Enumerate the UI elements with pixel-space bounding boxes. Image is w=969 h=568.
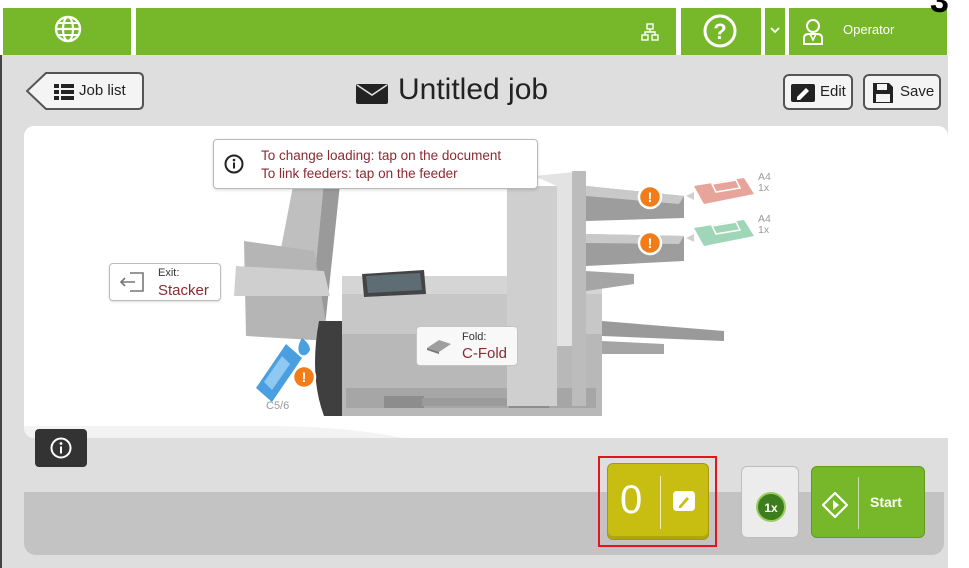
warning-icon-feeder-1[interactable]: ! xyxy=(637,184,663,210)
chevron-down-icon xyxy=(770,27,780,34)
fold-label: Fold: xyxy=(462,331,487,343)
counter-divider xyxy=(660,476,661,529)
help-icon: ? xyxy=(703,14,737,48)
envelope-size: C5/6 xyxy=(266,400,290,412)
exit-value: Stacker xyxy=(158,282,209,299)
svg-text:!: ! xyxy=(648,235,653,251)
info-button[interactable] xyxy=(35,429,87,467)
help-dropdown[interactable] xyxy=(765,8,785,55)
exit-icon xyxy=(119,272,144,292)
edit-icon xyxy=(673,491,695,511)
start-divider xyxy=(858,477,859,529)
page-title: Untitled job xyxy=(398,73,549,106)
corner-mark: 3 xyxy=(930,0,949,20)
bottom-bar xyxy=(24,492,944,555)
hint-box: To change loading: tap on the document T… xyxy=(213,139,538,189)
hint-line-feeders: To link feeders: tap on the feeder xyxy=(261,166,458,181)
feeder-1-count: 1x xyxy=(758,182,770,194)
copies-label: 1x xyxy=(764,501,778,515)
counter-button[interactable]: 0 xyxy=(607,463,709,540)
user-button[interactable]: Operator xyxy=(789,8,947,55)
save-button[interactable]: Save xyxy=(863,74,941,110)
status-bar xyxy=(136,8,676,55)
top-bar: ? Operator 3 xyxy=(0,0,969,55)
save-label: Save xyxy=(900,83,935,100)
network-icon[interactable] xyxy=(641,23,659,41)
help-button[interactable]: ? xyxy=(681,8,761,55)
svg-text:!: ! xyxy=(302,369,307,385)
language-button[interactable] xyxy=(3,8,131,55)
feeder-2-count: 1x xyxy=(758,224,770,236)
svg-text:?: ? xyxy=(713,19,726,44)
feeder-1-meta: A4 1x xyxy=(758,172,771,194)
operator-icon xyxy=(803,19,823,45)
exit-card[interactable]: Exit: Stacker xyxy=(109,263,221,301)
start-button[interactable]: Start xyxy=(811,466,925,538)
feeder-document-1[interactable] xyxy=(686,178,754,204)
edit-label: Edit xyxy=(820,83,846,100)
grid-icon xyxy=(54,84,74,100)
warning-icon-feeder-2[interactable]: ! xyxy=(637,230,663,256)
job-list-button[interactable]: Job list xyxy=(26,72,144,110)
envelope-icon xyxy=(356,84,388,104)
info-icon xyxy=(50,437,72,459)
edit-icon xyxy=(791,84,815,102)
warning-icon-envelope[interactable]: ! xyxy=(291,364,317,390)
start-label: Start xyxy=(870,494,902,510)
save-icon xyxy=(873,83,893,103)
svg-text:!: ! xyxy=(648,189,653,205)
fold-card[interactable]: Fold: C-Fold xyxy=(416,326,518,366)
copies-button[interactable]: 1x xyxy=(741,466,799,538)
info-icon xyxy=(224,154,244,174)
exit-label: Exit: xyxy=(158,267,180,279)
fold-value: C-Fold xyxy=(462,345,508,362)
edit-button[interactable]: Edit xyxy=(783,74,853,110)
fold-icon xyxy=(427,340,451,354)
start-icon xyxy=(822,492,848,518)
feeder-2-meta: A4 1x xyxy=(758,214,771,236)
operator-label: Operator xyxy=(843,22,895,37)
copies-badge: 1x xyxy=(756,492,786,522)
counter-value: 0 xyxy=(620,478,643,522)
job-list-label: Job list xyxy=(79,82,126,99)
hint-line-loading: To change loading: tap on the document xyxy=(261,148,502,163)
globe-icon xyxy=(54,15,82,43)
feeder-document-2[interactable] xyxy=(686,220,754,246)
